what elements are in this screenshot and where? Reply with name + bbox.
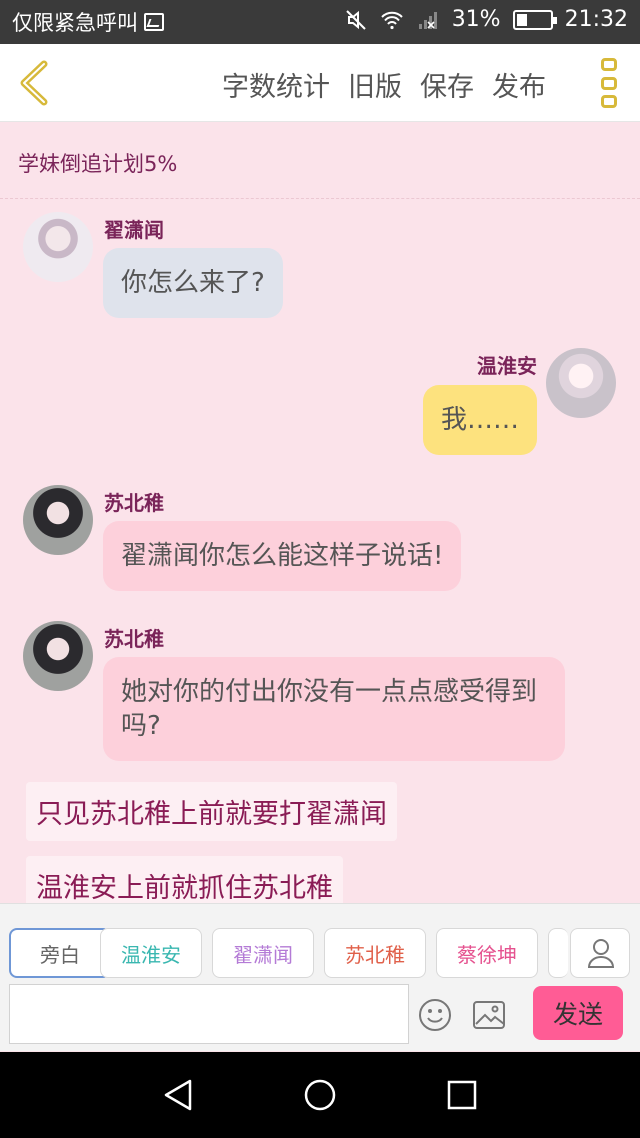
mute-icon bbox=[345, 9, 366, 30]
avatar-su[interactable] bbox=[23, 485, 93, 555]
story-title[interactable]: 学妹倒追计划5% bbox=[18, 148, 177, 178]
speaker-name: 苏北稚 bbox=[104, 627, 164, 651]
signal-icon bbox=[418, 11, 437, 29]
home-circle-icon[interactable] bbox=[302, 1077, 338, 1113]
title-divider bbox=[0, 198, 640, 199]
send-button[interactable]: 发送 bbox=[533, 986, 623, 1040]
word-count-button[interactable]: 字数统计 bbox=[222, 65, 330, 104]
header-actions: 字数统计 旧版 保存 发布 bbox=[222, 65, 546, 104]
more-menu-icon[interactable] bbox=[598, 58, 620, 108]
carrier-text: 仅限紧急呼叫 bbox=[12, 11, 138, 35]
save-button[interactable]: 保存 bbox=[420, 65, 474, 104]
message-bubble[interactable]: 她对你的付出你没有一点点感受得到吗? bbox=[103, 657, 565, 761]
status-bar: 仅限紧急呼叫 31% 21:32 bbox=[0, 0, 640, 44]
image-notification-icon bbox=[144, 13, 164, 31]
role-label: 蔡徐坤 bbox=[457, 942, 517, 967]
composer-panel: 旁白 温淮安 翟潇闻 苏北稚 蔡徐坤 发送 bbox=[0, 903, 640, 1051]
emoji-icon[interactable] bbox=[418, 998, 452, 1032]
status-right: 31% 21:32 bbox=[344, 7, 628, 32]
status-left: 仅限紧急呼叫 bbox=[12, 7, 164, 37]
more-dot bbox=[601, 58, 617, 71]
speaker-name: 苏北稚 bbox=[104, 491, 164, 515]
back-chevron-icon[interactable] bbox=[14, 58, 54, 108]
system-nav-bar bbox=[0, 1052, 640, 1138]
image-icon[interactable] bbox=[472, 1000, 506, 1030]
role-chip-cai[interactable]: 蔡徐坤 bbox=[436, 928, 538, 978]
send-label: 发送 bbox=[552, 1000, 603, 1029]
back-triangle-icon[interactable] bbox=[160, 1077, 196, 1113]
message-bubble[interactable]: 我…… bbox=[422, 385, 537, 455]
avatar-wen[interactable] bbox=[546, 348, 616, 418]
role-label: 旁白 bbox=[40, 942, 80, 967]
wifi-icon bbox=[380, 11, 403, 29]
publish-button[interactable]: 发布 bbox=[492, 65, 546, 104]
avatar-su[interactable] bbox=[23, 621, 93, 691]
role-label: 翟潇闻 bbox=[233, 942, 293, 967]
avatar-zhai[interactable] bbox=[23, 212, 93, 282]
recent-apps-icon[interactable] bbox=[444, 1077, 480, 1113]
more-dot bbox=[601, 95, 617, 108]
battery-percent: 31% bbox=[451, 7, 501, 32]
add-role-button[interactable] bbox=[570, 928, 630, 978]
role-chip-wen[interactable]: 温淮安 bbox=[100, 928, 202, 978]
speaker-name: 翟潇闻 bbox=[104, 218, 164, 242]
message-bubble[interactable]: 翟潇闻你怎么能这样子说话! bbox=[103, 521, 462, 591]
message-bubble[interactable]: 你怎么来了? bbox=[103, 248, 283, 318]
speaker-name: 温淮安 bbox=[477, 354, 537, 378]
narration-line[interactable]: 只见苏北稚上前就要打翟潇闻 bbox=[26, 782, 397, 841]
user-icon bbox=[587, 939, 615, 968]
more-dot bbox=[601, 76, 617, 90]
clock: 21:32 bbox=[564, 7, 628, 32]
role-chip-narrator[interactable]: 旁白 bbox=[9, 928, 111, 978]
old-version-button[interactable]: 旧版 bbox=[348, 65, 402, 104]
top-header: 字数统计 旧版 保存 发布 bbox=[0, 44, 640, 122]
role-chip-su[interactable]: 苏北稚 bbox=[324, 928, 426, 978]
role-label: 苏北稚 bbox=[345, 942, 405, 967]
role-chip-partial[interactable] bbox=[548, 928, 568, 978]
role-chip-zhai[interactable]: 翟潇闻 bbox=[212, 928, 314, 978]
message-input[interactable] bbox=[9, 984, 409, 1044]
battery-icon bbox=[512, 9, 557, 30]
role-label: 温淮安 bbox=[121, 942, 181, 967]
